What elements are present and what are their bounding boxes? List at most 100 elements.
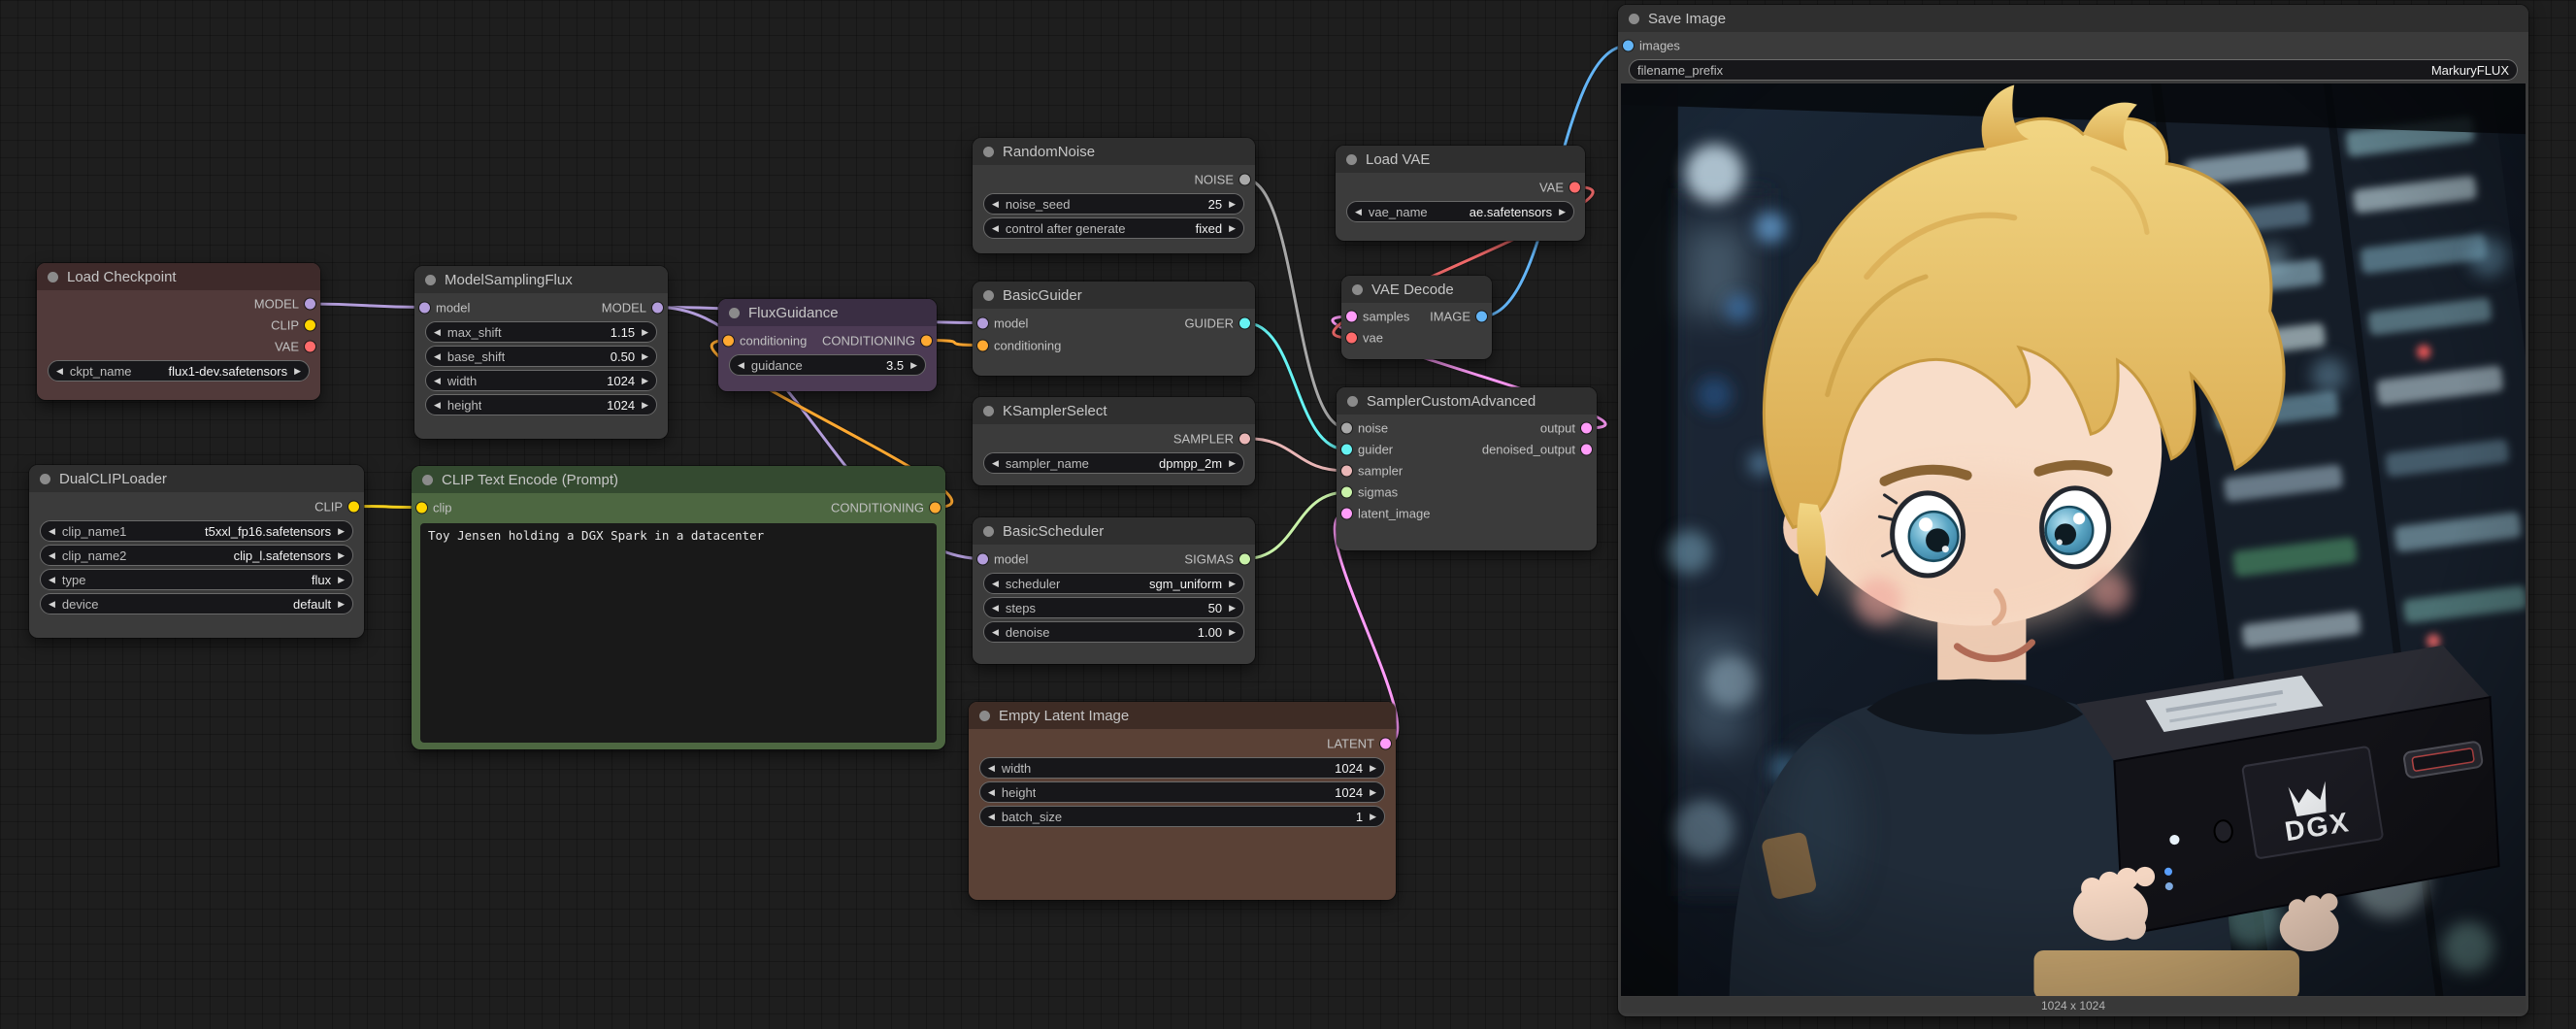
widget-sampler_name[interactable]: ◀sampler_namedpmpp_2m▶ bbox=[983, 452, 1244, 474]
decrement-arrow[interactable]: ◀ bbox=[49, 600, 55, 609]
widget-device[interactable]: ◀devicedefault▶ bbox=[40, 593, 353, 614]
output-port-output[interactable] bbox=[1581, 423, 1592, 434]
widget-steps[interactable]: ◀steps50▶ bbox=[983, 597, 1244, 618]
input-port-vae[interactable] bbox=[1346, 333, 1357, 344]
input-port-sampler[interactable] bbox=[1341, 466, 1352, 477]
collapse-dot[interactable] bbox=[983, 406, 994, 416]
decrement-arrow[interactable]: ◀ bbox=[434, 377, 441, 385]
node-title-bar[interactable]: Load VAE bbox=[1336, 146, 1585, 173]
node-title-bar[interactable]: ModelSamplingFlux bbox=[414, 266, 668, 293]
increment-arrow[interactable]: ▶ bbox=[1559, 208, 1566, 216]
increment-arrow[interactable]: ▶ bbox=[1370, 788, 1376, 797]
node-basic_scheduler[interactable]: BasicSchedulermodelSIGMAS◀schedulersgm_u… bbox=[973, 517, 1255, 664]
widget-ckpt_name[interactable]: ◀ckpt_nameflux1-dev.safetensors▶ bbox=[48, 360, 310, 382]
node-dual_clip_loader[interactable]: DualCLIPLoaderCLIP◀clip_name1t5xxl_fp16.… bbox=[29, 465, 364, 638]
node-empty_latent_image[interactable]: Empty Latent ImageLATENT◀width1024▶◀heig… bbox=[969, 702, 1396, 900]
increment-arrow[interactable]: ▶ bbox=[1229, 580, 1236, 588]
collapse-dot[interactable] bbox=[48, 272, 58, 282]
prompt-textarea[interactable]: Toy Jensen holding a DGX Spark in a data… bbox=[420, 523, 937, 743]
increment-arrow[interactable]: ▶ bbox=[1229, 200, 1236, 209]
collapse-dot[interactable] bbox=[1347, 396, 1358, 407]
increment-arrow[interactable]: ▶ bbox=[338, 527, 345, 536]
widget-width[interactable]: ◀width1024▶ bbox=[979, 757, 1385, 779]
collapse-dot[interactable] bbox=[422, 475, 433, 485]
output-port-VAE[interactable] bbox=[305, 342, 315, 352]
collapse-dot[interactable] bbox=[983, 147, 994, 157]
input-port-model[interactable] bbox=[419, 302, 430, 313]
increment-arrow[interactable]: ▶ bbox=[338, 600, 345, 609]
node-flux_guidance[interactable]: FluxGuidanceconditioningCONDITIONING◀gui… bbox=[718, 299, 937, 391]
decrement-arrow[interactable]: ◀ bbox=[434, 328, 441, 337]
widget-scheduler[interactable]: ◀schedulersgm_uniform▶ bbox=[983, 573, 1244, 594]
output-port-SIGMAS[interactable] bbox=[1239, 553, 1250, 564]
widget-type[interactable]: ◀typeflux▶ bbox=[40, 569, 353, 590]
output-port-GUIDER[interactable] bbox=[1239, 317, 1250, 328]
node-title-bar[interactable]: RandomNoise bbox=[973, 138, 1255, 165]
node-vae_decode[interactable]: VAE DecodesamplesIMAGEvae bbox=[1341, 276, 1492, 359]
collapse-dot[interactable] bbox=[983, 290, 994, 301]
node-title-bar[interactable]: FluxGuidance bbox=[718, 299, 937, 326]
increment-arrow[interactable]: ▶ bbox=[642, 377, 648, 385]
output-port-CONDITIONING[interactable] bbox=[921, 335, 932, 346]
decrement-arrow[interactable]: ◀ bbox=[49, 576, 55, 584]
collapse-dot[interactable] bbox=[425, 275, 436, 285]
increment-arrow[interactable]: ▶ bbox=[642, 401, 648, 410]
decrement-arrow[interactable]: ◀ bbox=[49, 551, 55, 560]
node-basic_guider[interactable]: BasicGuidermodelGUIDERconditioning bbox=[973, 282, 1255, 376]
node-random_noise[interactable]: RandomNoiseNOISE◀noise_seed25▶◀control a… bbox=[973, 138, 1255, 253]
decrement-arrow[interactable]: ◀ bbox=[992, 200, 999, 209]
node-title-bar[interactable]: DualCLIPLoader bbox=[29, 465, 364, 492]
node-title-bar[interactable]: VAE Decode bbox=[1341, 276, 1492, 303]
decrement-arrow[interactable]: ◀ bbox=[1355, 208, 1362, 216]
increment-arrow[interactable]: ▶ bbox=[294, 367, 301, 376]
input-port-conditioning[interactable] bbox=[723, 335, 734, 346]
widget-width[interactable]: ◀width1024▶ bbox=[425, 370, 657, 391]
node-title-bar[interactable]: KSamplerSelect bbox=[973, 397, 1255, 424]
node-title-bar[interactable]: Load Checkpoint bbox=[37, 263, 320, 290]
output-port-denoised_output[interactable] bbox=[1581, 445, 1592, 455]
widget-noise_seed[interactable]: ◀noise_seed25▶ bbox=[983, 193, 1244, 215]
input-port-model[interactable] bbox=[977, 317, 988, 328]
increment-arrow[interactable]: ▶ bbox=[1229, 628, 1236, 637]
widget-filename_prefix[interactable]: filename_prefixMarkuryFLUX bbox=[1629, 59, 2518, 81]
widget-batch_size[interactable]: ◀batch_size1▶ bbox=[979, 806, 1385, 827]
input-port-conditioning[interactable] bbox=[977, 340, 988, 350]
input-port-sigmas[interactable] bbox=[1341, 487, 1352, 498]
widget-height[interactable]: ◀height1024▶ bbox=[979, 781, 1385, 803]
input-port-guider[interactable] bbox=[1341, 445, 1352, 455]
decrement-arrow[interactable]: ◀ bbox=[992, 224, 999, 233]
increment-arrow[interactable]: ▶ bbox=[338, 576, 345, 584]
output-port-CONDITIONING[interactable] bbox=[930, 502, 941, 513]
node-ksampler_select[interactable]: KSamplerSelectSAMPLER◀sampler_namedpmpp_… bbox=[973, 397, 1255, 485]
output-port-LATENT[interactable] bbox=[1380, 738, 1391, 748]
widget-guidance[interactable]: ◀guidance3.5▶ bbox=[729, 354, 926, 376]
output-port-CLIP[interactable] bbox=[348, 501, 359, 512]
widget-max_shift[interactable]: ◀max_shift1.15▶ bbox=[425, 321, 657, 343]
increment-arrow[interactable]: ▶ bbox=[1370, 813, 1376, 821]
increment-arrow[interactable]: ▶ bbox=[642, 352, 648, 361]
decrement-arrow[interactable]: ◀ bbox=[988, 764, 995, 773]
widget-control-after-generate[interactable]: ◀control after generatefixed▶ bbox=[983, 217, 1244, 239]
collapse-dot[interactable] bbox=[979, 711, 990, 721]
input-port-latent_image[interactable] bbox=[1341, 509, 1352, 519]
node-sampler_custom_advanced[interactable]: SamplerCustomAdvancednoiseoutputguiderde… bbox=[1337, 387, 1597, 550]
widget-base_shift[interactable]: ◀base_shift0.50▶ bbox=[425, 346, 657, 367]
node-clip_text_encode[interactable]: CLIP Text Encode (Prompt)clipCONDITIONIN… bbox=[412, 466, 945, 749]
widget-clip_name1[interactable]: ◀clip_name1t5xxl_fp16.safetensors▶ bbox=[40, 520, 353, 542]
collapse-dot[interactable] bbox=[40, 474, 50, 484]
node-load_checkpoint[interactable]: Load CheckpointMODELCLIPVAE◀ckpt_nameflu… bbox=[37, 263, 320, 400]
widget-clip_name2[interactable]: ◀clip_name2clip_l.safetensors▶ bbox=[40, 545, 353, 566]
collapse-dot[interactable] bbox=[1346, 154, 1357, 165]
widget-vae_name[interactable]: ◀vae_nameae.safetensors▶ bbox=[1346, 201, 1574, 222]
node-title-bar[interactable]: Empty Latent Image bbox=[969, 702, 1396, 729]
collapse-dot[interactable] bbox=[1352, 284, 1363, 295]
collapse-dot[interactable] bbox=[1629, 14, 1639, 24]
decrement-arrow[interactable]: ◀ bbox=[992, 459, 999, 468]
node-load_vae[interactable]: Load VAEVAE◀vae_nameae.safetensors▶ bbox=[1336, 146, 1585, 241]
increment-arrow[interactable]: ▶ bbox=[338, 551, 345, 560]
decrement-arrow[interactable]: ◀ bbox=[434, 401, 441, 410]
output-port-IMAGE[interactable] bbox=[1476, 312, 1487, 322]
output-port-MODEL[interactable] bbox=[305, 299, 315, 310]
increment-arrow[interactable]: ▶ bbox=[642, 328, 648, 337]
node-title-bar[interactable]: Save Image bbox=[1618, 5, 2528, 32]
